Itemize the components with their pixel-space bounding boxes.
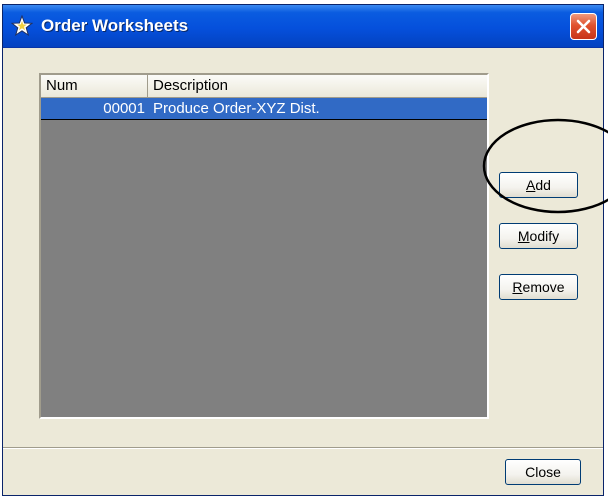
footer-divider xyxy=(3,447,603,449)
remove-button[interactable]: Remove xyxy=(499,274,578,300)
close-window-button[interactable] xyxy=(570,13,597,40)
remove-label: emove xyxy=(522,279,565,295)
order-worksheets-dialog: Order Worksheets Num Description 00001 P… xyxy=(2,4,604,496)
list-item[interactable]: 00001 Produce Order-XYZ Dist. xyxy=(41,98,487,120)
column-header-description[interactable]: Description xyxy=(148,75,487,97)
remove-mnemonic: R xyxy=(512,279,523,295)
highlight-circle-annotation xyxy=(482,118,608,214)
cell-num: 00001 xyxy=(103,100,145,117)
title-bar[interactable]: Order Worksheets xyxy=(3,5,603,48)
cell-description: Produce Order-XYZ Dist. xyxy=(153,100,320,117)
column-header-num[interactable]: Num xyxy=(41,75,148,97)
window-title: Order Worksheets xyxy=(41,16,189,35)
worksheet-list[interactable]: Num Description 00001 Produce Order-XYZ … xyxy=(39,73,489,419)
worksheet-star-icon xyxy=(10,14,34,37)
modify-button[interactable]: Modify xyxy=(499,223,578,249)
modify-label: odify xyxy=(529,228,560,244)
list-header: Num Description xyxy=(41,75,487,98)
close-button[interactable]: Close xyxy=(505,459,581,485)
modify-mnemonic: M xyxy=(517,228,530,244)
